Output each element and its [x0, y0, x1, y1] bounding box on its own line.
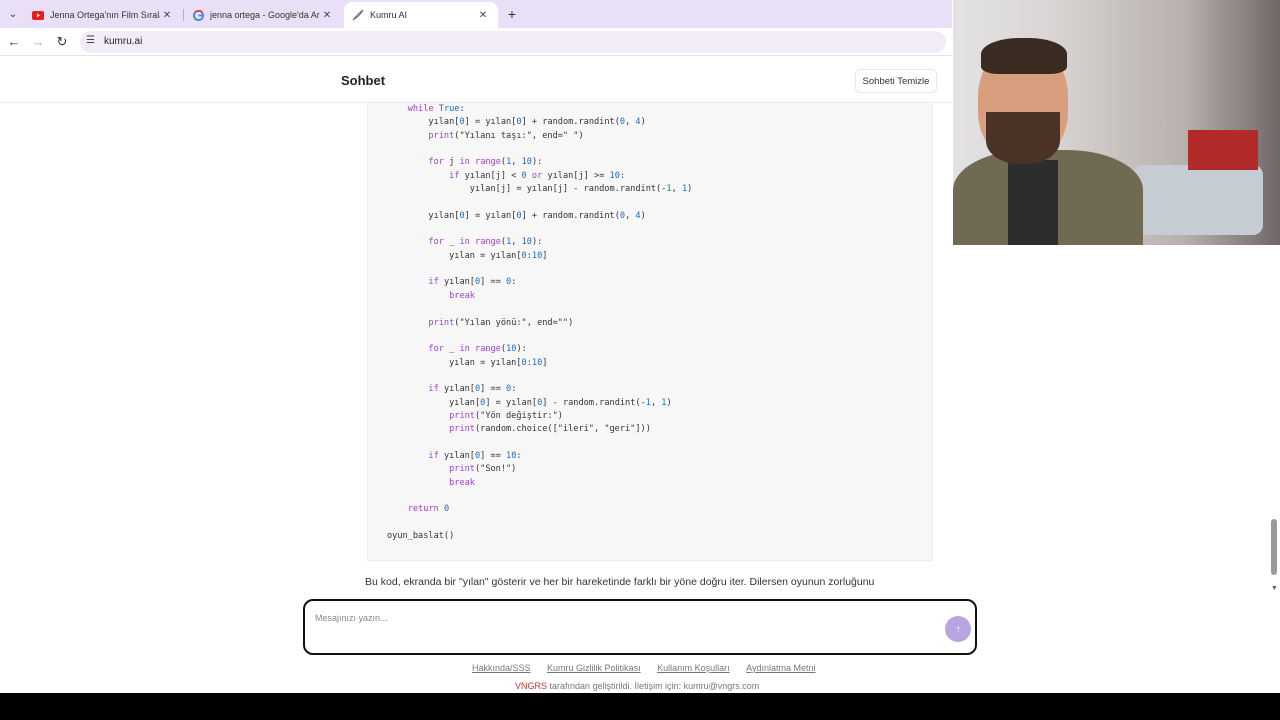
new-tab-icon[interactable]: +: [504, 6, 520, 22]
url-text: kumru.ai: [104, 36, 143, 47]
tab-label: Jenna Ortega'nın Film Sıralama: [50, 10, 160, 20]
youtube-icon: [32, 9, 44, 21]
webcam-person-shirt: [1008, 160, 1058, 245]
webcam-person-beard: [986, 112, 1060, 164]
code-text: while True: yılan[0] = yılan[0] + random…: [387, 104, 693, 541]
browser-tab-strip: ⌄ Jenna Ortega'nın Film Sıralama ✕ jenna…: [0, 0, 952, 28]
forward-icon[interactable]: →: [30, 34, 46, 50]
clear-chat-button[interactable]: Sohbeti Temizle: [855, 69, 937, 93]
close-tab-icon[interactable]: ✕: [160, 10, 174, 21]
webcam-overlay: [953, 0, 1280, 245]
tab-kumru[interactable]: Kumru AI ✕: [344, 2, 498, 28]
close-tab-icon[interactable]: ✕: [320, 10, 334, 21]
tab-label: Kumru AI: [370, 10, 408, 20]
page-title: Sohbet: [341, 73, 386, 88]
assistant-message-text: Bu kod, ekranda bir "yılan" gösterir ve …: [365, 576, 875, 588]
brand-name[interactable]: VNGRS: [515, 681, 547, 691]
browser-toolbar: ← → ↻ ☰ kumru.ai: [0, 28, 952, 56]
tab-youtube[interactable]: Jenna Ortega'nın Film Sıralama ✕: [24, 2, 182, 28]
tab-label: jenna ortega - Google'da Ara: [210, 10, 320, 20]
credit-text: tarafından geliştirildi. İletişim için: …: [547, 681, 760, 691]
footer-link-about[interactable]: Hakkında/SSS: [472, 663, 531, 673]
send-button[interactable]: ↑: [945, 616, 971, 642]
arrow-up-icon: ↑: [955, 623, 961, 635]
webcam-red-object: [1188, 130, 1258, 170]
message-composer: ↑: [303, 599, 977, 655]
chat-header: Sohbet Sohbeti Temizle: [0, 57, 952, 103]
message-input[interactable]: [315, 609, 915, 627]
close-tab-icon[interactable]: ✕: [476, 10, 490, 21]
scrollbar-thumb[interactable]: [1271, 519, 1277, 575]
footer-link-terms[interactable]: Kullanım Koşulları: [657, 663, 730, 673]
scroll-down-arrow-icon[interactable]: ▼: [1271, 585, 1278, 592]
screen: ⌄ Jenna Ortega'nın Film Sıralama ✕ jenna…: [0, 0, 1280, 720]
webcam-person-hair: [981, 38, 1067, 74]
google-icon: [192, 9, 204, 21]
reload-icon[interactable]: ↻: [54, 34, 70, 50]
kumru-icon: [352, 9, 364, 21]
tab-google[interactable]: jenna ortega - Google'da Ara ✕: [184, 2, 342, 28]
site-settings-icon[interactable]: ☰: [86, 35, 95, 46]
footer-credit: VNGRS tarafından geliştirildi. İletişim …: [515, 681, 759, 691]
taskbar-strip: [0, 693, 1280, 720]
code-block: while True: yılan[0] = yılan[0] + random…: [367, 103, 933, 561]
webcam-chair: [1133, 165, 1263, 235]
address-bar[interactable]: ☰ kumru.ai: [80, 31, 946, 53]
footer-link-privacy[interactable]: Kumru Gizlilik Politikası: [547, 663, 641, 673]
footer-link-disclosure[interactable]: Aydınlatma Metni: [746, 663, 815, 673]
tab-search-chevron-icon[interactable]: ⌄: [4, 5, 22, 23]
back-icon[interactable]: ←: [6, 34, 22, 50]
